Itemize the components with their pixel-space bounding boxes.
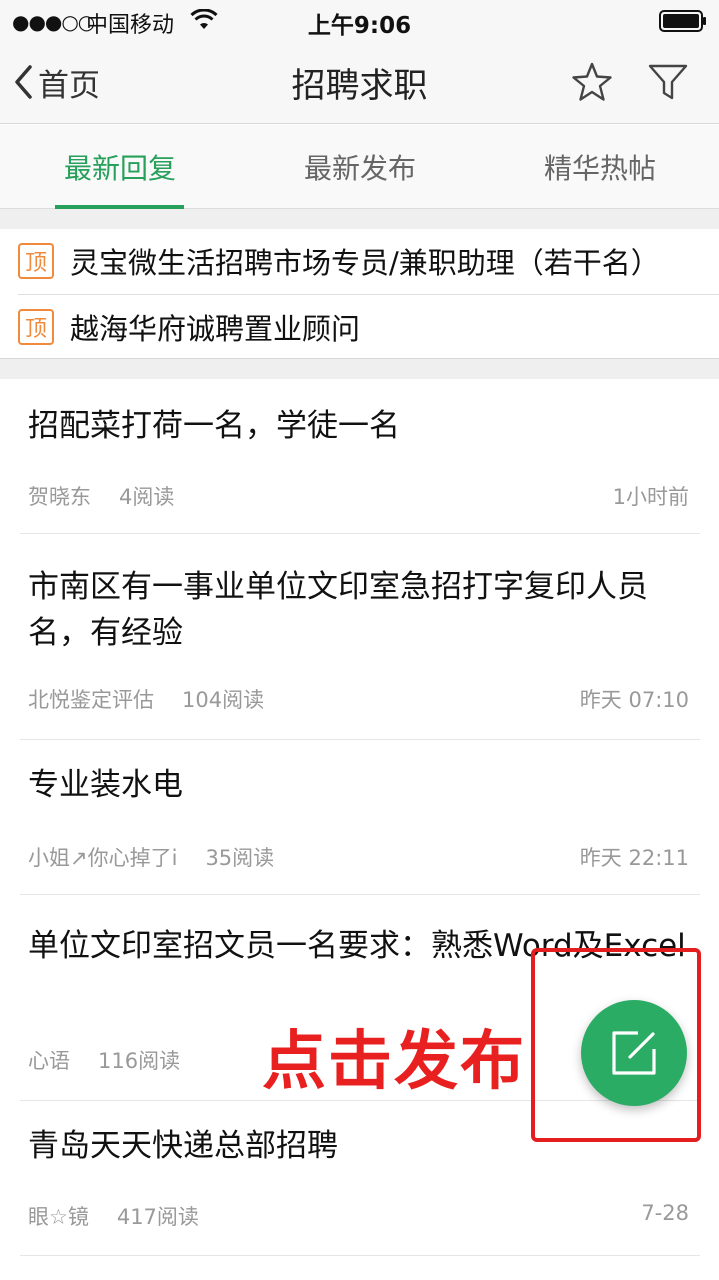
post-reads: 35阅读	[205, 846, 275, 870]
battery-icon	[659, 10, 706, 32]
post-author: 北悦鉴定评估	[28, 688, 154, 712]
post-time: 1小时前	[612, 485, 689, 509]
post-time: 7-28	[641, 1201, 689, 1225]
post-author: 贺晓东	[28, 485, 91, 509]
star-icon[interactable]	[570, 60, 614, 104]
pin-badge: 顶	[18, 309, 54, 345]
tab-latest-reply[interactable]: 最新回复	[0, 125, 240, 209]
post-title: 专业装水电	[28, 767, 183, 803]
filter-icon[interactable]	[646, 60, 690, 104]
post-item[interactable]: 招配菜打荷一名，学徒一名 贺晓东 4阅读 1小时前	[0, 379, 719, 533]
post-title: 青岛天天快递总部招聘	[28, 1128, 338, 1164]
pinned-item[interactable]: 顶 越海华府诚聘置业顾问	[0, 295, 719, 359]
post-author: 小姐↗你心掉了i	[28, 846, 178, 870]
nav-bar: 首页 招聘求职	[0, 40, 719, 124]
compose-post-button[interactable]	[581, 1000, 687, 1106]
compose-icon	[612, 1031, 656, 1075]
tab-featured[interactable]: 精华热帖	[480, 125, 719, 209]
pinned-title: 灵宝微生活招聘市场专员/兼职助理（若干名）	[70, 246, 660, 280]
post-reads: 116阅读	[98, 1049, 181, 1073]
chevron-left-icon	[15, 65, 32, 99]
post-time: 昨天 07:10	[579, 688, 689, 712]
divider	[20, 1255, 700, 1256]
tab-bar: 最新回复 最新发布 精华热帖	[0, 125, 719, 209]
post-reads: 104阅读	[182, 688, 265, 712]
post-title: 招配菜打荷一名，学徒一名	[28, 408, 400, 444]
pinned-list: 顶 灵宝微生活招聘市场专员/兼职助理（若干名） 顶 越海华府诚聘置业顾问	[0, 229, 719, 359]
post-item[interactable]: 青岛天天快递总部招聘 眼☆镜 417阅读 7-28	[0, 1101, 719, 1255]
post-meta: 心语 116阅读	[28, 1045, 180, 1075]
post-meta: 眼☆镜 417阅读	[28, 1201, 199, 1231]
section-gap	[0, 209, 719, 229]
post-meta: 贺晓东 4阅读	[28, 481, 174, 511]
post-meta: 北悦鉴定评估 104阅读	[28, 684, 264, 714]
post-item[interactable]: 市南区有一事业单位文印室急招打字复印人员名，有经验 北悦鉴定评估 104阅读 昨天…	[0, 534, 719, 739]
back-button[interactable]: 首页	[12, 60, 100, 104]
back-label: 首页	[38, 67, 100, 104]
pinned-title: 越海华府诚聘置业顾问	[70, 312, 361, 346]
section-gap	[0, 359, 719, 379]
annotation-label: 点击发布	[262, 1025, 526, 1099]
post-author: 眼☆镜	[28, 1205, 89, 1229]
post-item[interactable]: 专业装水电 小姐↗你心掉了i 35阅读 昨天 22:11	[0, 740, 719, 894]
post-author: 心语	[28, 1049, 70, 1073]
post-title: 市南区有一事业单位文印室急招打字复印人员名，有经验	[28, 569, 648, 651]
post-reads: 4阅读	[119, 485, 175, 509]
clock: 上午9:06	[307, 13, 412, 39]
post-reads: 417阅读	[116, 1205, 199, 1229]
status-bar: ●●●○○ 中国移动 上午9:06	[0, 0, 719, 40]
post-meta: 小姐↗你心掉了i 35阅读	[28, 842, 274, 872]
pin-badge: 顶	[18, 243, 54, 279]
post-title: 单位文印室招文员一名要求：熟悉Word及Excel	[28, 928, 686, 964]
post-time: 昨天 22:11	[579, 846, 689, 870]
pinned-item[interactable]: 顶 灵宝微生活招聘市场专员/兼职助理（若干名）	[0, 229, 719, 293]
tab-latest-post[interactable]: 最新发布	[240, 125, 480, 209]
